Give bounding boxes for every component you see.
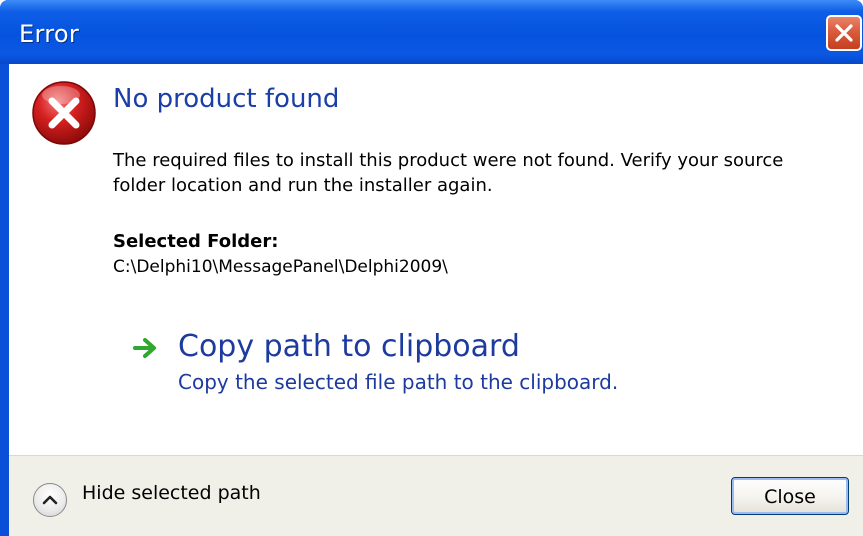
error-icon	[32, 81, 96, 145]
close-icon	[835, 24, 853, 42]
hide-path-toggle-button[interactable]	[33, 483, 67, 517]
hide-path-label[interactable]: Hide selected path	[82, 482, 261, 504]
chevron-up-icon	[42, 495, 58, 505]
content-text: The required files to install this produ…	[113, 150, 784, 196]
error-dialog-window: Error No product found The required file…	[0, 0, 863, 536]
command-link-title: Copy path to clipboard	[178, 329, 520, 364]
dialog-footer: Hide selected path Close	[9, 455, 863, 536]
title-bar[interactable]: Error	[0, 0, 863, 64]
selected-folder-path: C:\Delphi10\MessagePanel\Delphi2009\	[113, 257, 448, 277]
selected-folder-label: Selected Folder:	[113, 231, 279, 252]
title-close-button[interactable]	[826, 15, 862, 51]
copy-path-command-link[interactable]: Copy path to clipboard Copy the selected…	[129, 327, 689, 397]
dialog-content: No product found The required files to i…	[9, 64, 863, 536]
window-title: Error	[19, 20, 79, 48]
command-link-note: Copy the selected file path to the clipb…	[178, 370, 619, 394]
close-button[interactable]: Close	[731, 477, 849, 515]
green-arrow-icon	[133, 338, 156, 358]
main-instruction: No product found	[113, 84, 340, 114]
